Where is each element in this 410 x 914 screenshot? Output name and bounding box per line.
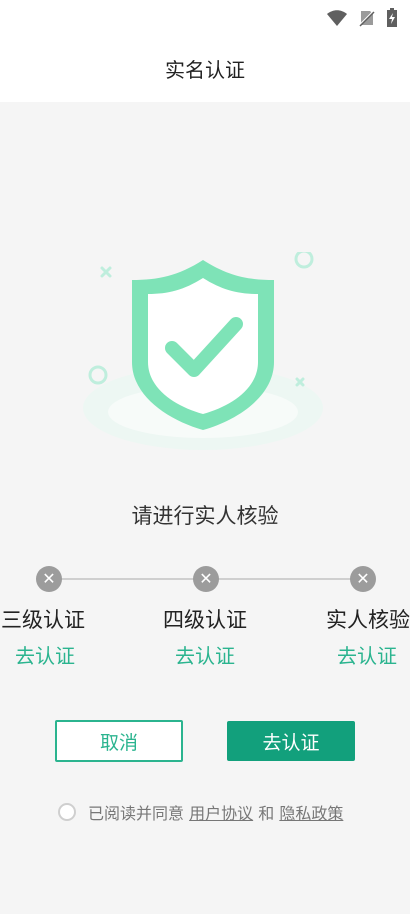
battery-charging-icon — [386, 8, 398, 32]
step-action-face[interactable]: 去认证 — [322, 640, 410, 669]
agreement-prefix: 已阅读并同意 — [88, 804, 185, 823]
step-status-icon: ✕ — [193, 566, 219, 592]
status-bar — [0, 0, 410, 36]
status-icons — [326, 8, 398, 32]
agreement-text: 已阅读并同意 用户协议 和 隐私政策 — [88, 800, 343, 824]
privacy-policy-link[interactable]: 隐私政策 — [279, 804, 343, 823]
step-title-face: 实人核验 — [326, 608, 410, 632]
step-status-icon: ✕ — [350, 566, 376, 592]
page-title: 实名认证 — [165, 58, 245, 82]
step-action-level4[interactable]: 去认证 — [160, 640, 250, 669]
circle-decoration-icon — [88, 365, 108, 385]
agreement-and: 和 — [258, 804, 275, 823]
agreement-row: 已阅读并同意 用户协议 和 隐私政策 — [58, 800, 343, 824]
cancel-button[interactable]: 取消 — [55, 720, 183, 762]
no-sim-icon — [358, 9, 376, 31]
step-title-level3: 三级认证 — [1, 608, 85, 632]
step-title-level4: 四级认证 — [163, 608, 247, 632]
circle-decoration-icon — [294, 249, 314, 269]
agreement-radio[interactable] — [58, 803, 76, 821]
go-verify-button[interactable]: 去认证 — [227, 721, 355, 761]
content: 请进行实人核验 ✕ ✕ ✕ 三级认证 四级认证 实人核验 去认证 去认证 去认证… — [0, 102, 410, 914]
step-status-icon: ✕ — [36, 566, 62, 592]
user-agreement-link[interactable]: 用户协议 — [189, 804, 253, 823]
verify-prompt: 请进行实人核验 — [131, 504, 279, 528]
step-action-level3[interactable]: 去认证 — [0, 640, 90, 669]
header: 实名认证 — [0, 36, 410, 102]
wifi-icon — [326, 9, 348, 31]
